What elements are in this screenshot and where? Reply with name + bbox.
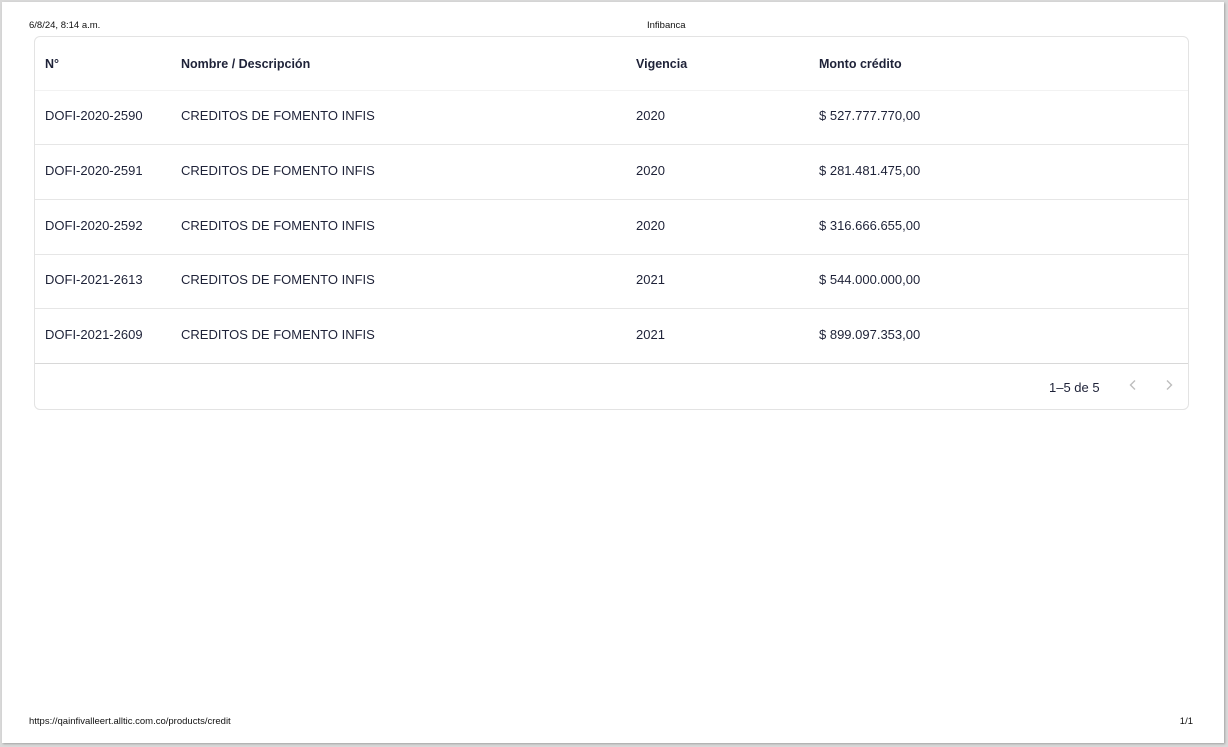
- table-header-row: N° Nombre / Descripción Vigencia Monto c…: [35, 37, 1188, 91]
- column-header-vigencia[interactable]: Vigencia: [636, 57, 687, 71]
- print-url: https://qainfivalleert.alltic.com.co/pro…: [29, 716, 231, 727]
- cell-monto: $ 527.777.770,00: [819, 108, 921, 123]
- pagination-range: 1–5 de 5: [1049, 380, 1100, 395]
- print-page-number: 1/1: [1179, 716, 1193, 727]
- cell-numero: DOFI-2021-2613: [45, 272, 143, 287]
- column-header-nombre[interactable]: Nombre / Descripción: [181, 57, 310, 71]
- cell-nombre: CREDITOS DE FOMENTO INFIS: [181, 218, 375, 233]
- table-row[interactable]: DOFI-2020-2590 CREDITOS DE FOMENTO INFIS…: [35, 90, 1188, 145]
- cell-nombre: CREDITOS DE FOMENTO INFIS: [181, 272, 375, 287]
- table-row[interactable]: DOFI-2020-2592 CREDITOS DE FOMENTO INFIS…: [35, 200, 1188, 255]
- chevron-left-icon: [1127, 378, 1139, 396]
- cell-numero: DOFI-2020-2591: [45, 163, 143, 178]
- cell-nombre: CREDITOS DE FOMENTO INFIS: [181, 108, 375, 123]
- print-title: Infibanca: [647, 20, 686, 31]
- cell-numero: DOFI-2020-2592: [45, 218, 143, 233]
- cell-monto: $ 316.666.655,00: [819, 218, 921, 233]
- cell-vigencia: 2020: [636, 218, 665, 233]
- table-row[interactable]: DOFI-2021-2613 CREDITOS DE FOMENTO INFIS…: [35, 254, 1188, 309]
- cell-monto: $ 899.097.353,00: [819, 327, 921, 342]
- print-page: 6/8/24, 8:14 a.m. Infibanca N° Nombre / …: [2, 2, 1224, 743]
- cell-monto: $ 281.481.475,00: [819, 163, 921, 178]
- cell-monto: $ 544.000.000,00: [819, 272, 921, 287]
- cell-vigencia: 2021: [636, 327, 665, 342]
- chevron-right-icon: [1163, 378, 1175, 396]
- cell-vigencia: 2020: [636, 163, 665, 178]
- next-page-button[interactable]: [1159, 377, 1179, 397]
- table-row[interactable]: DOFI-2020-2591 CREDITOS DE FOMENTO INFIS…: [35, 145, 1188, 200]
- column-header-numero[interactable]: N°: [45, 57, 59, 71]
- credits-table: N° Nombre / Descripción Vigencia Monto c…: [34, 36, 1189, 410]
- column-header-monto[interactable]: Monto crédito: [819, 57, 902, 71]
- cell-vigencia: 2021: [636, 272, 665, 287]
- cell-vigencia: 2020: [636, 108, 665, 123]
- cell-nombre: CREDITOS DE FOMENTO INFIS: [181, 327, 375, 342]
- table-row[interactable]: DOFI-2021-2609 CREDITOS DE FOMENTO INFIS…: [35, 309, 1188, 364]
- cell-numero: DOFI-2020-2590: [45, 108, 143, 123]
- cell-nombre: CREDITOS DE FOMENTO INFIS: [181, 163, 375, 178]
- print-date: 6/8/24, 8:14 a.m.: [29, 20, 101, 31]
- cell-numero: DOFI-2021-2609: [45, 327, 143, 342]
- previous-page-button[interactable]: [1123, 377, 1143, 397]
